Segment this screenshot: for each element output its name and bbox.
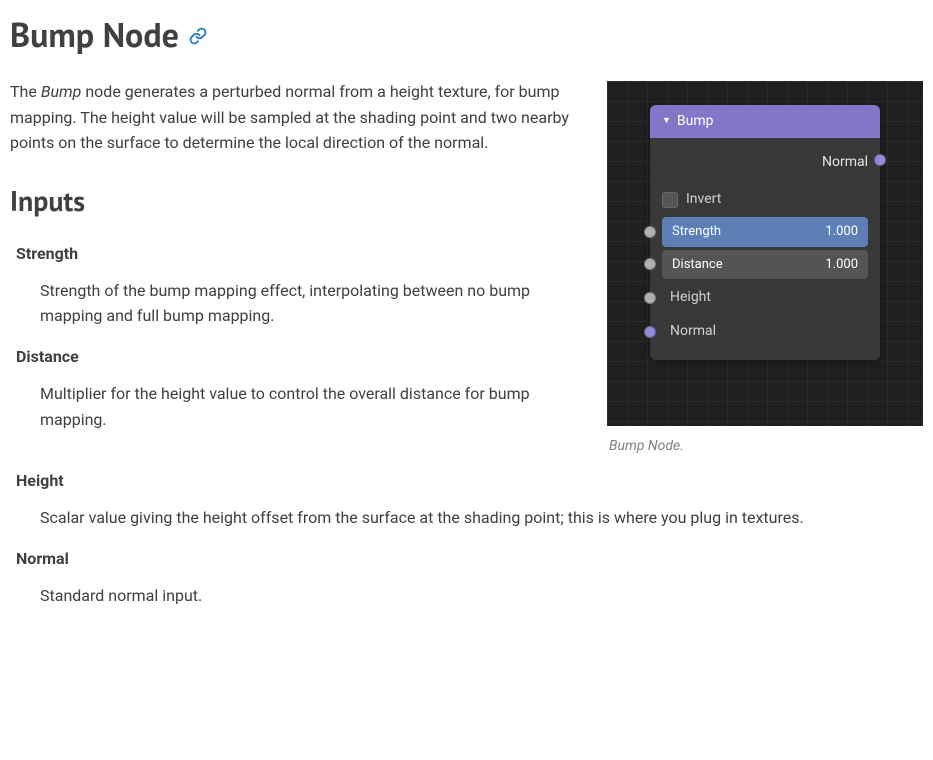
- node-figure: ▼ Bump Normal Invert Strength: [607, 81, 923, 457]
- output-socket-normal[interactable]: [874, 154, 886, 166]
- node-title: Bump: [677, 111, 714, 132]
- collapse-triangle-icon[interactable]: ▼: [662, 115, 671, 129]
- inputs-list-continued: Height Scalar value giving the height of…: [10, 469, 923, 608]
- invert-label: Invert: [686, 189, 721, 210]
- invert-row[interactable]: Invert: [662, 185, 868, 214]
- desc-distance: Multiplier for the height value to contr…: [40, 381, 587, 432]
- inputs-heading: Inputs: [10, 180, 587, 222]
- term-distance: Distance: [10, 345, 587, 369]
- desc-height: Scalar value giving the height offset fr…: [40, 505, 923, 531]
- term-strength: Strength: [10, 242, 587, 266]
- strength-field[interactable]: Strength 1.000: [662, 217, 868, 247]
- desc-normal: Standard normal input.: [40, 583, 923, 609]
- input-socket-normal[interactable]: [644, 326, 656, 338]
- input-socket-distance[interactable]: [644, 258, 656, 270]
- permalink-icon[interactable]: [189, 27, 207, 45]
- title-text: Bump Node: [10, 10, 179, 61]
- figure-caption: Bump Node.: [607, 436, 923, 457]
- input-socket-strength[interactable]: [644, 226, 656, 238]
- intro-paragraph: The Bump node generates a perturbed norm…: [10, 79, 587, 156]
- term-normal: Normal: [10, 547, 923, 571]
- invert-checkbox[interactable]: [662, 192, 678, 208]
- term-height: Height: [10, 469, 923, 493]
- inputs-list: Strength Strength of the bump mapping ef…: [10, 242, 587, 432]
- node-header[interactable]: ▼ Bump: [650, 105, 880, 138]
- output-normal[interactable]: Normal: [662, 146, 868, 185]
- normal-input[interactable]: Normal: [662, 316, 868, 347]
- height-input[interactable]: Height: [662, 282, 868, 313]
- bump-node[interactable]: ▼ Bump Normal Invert Strength: [650, 105, 880, 360]
- input-socket-height[interactable]: [644, 292, 656, 304]
- desc-strength: Strength of the bump mapping effect, int…: [40, 278, 587, 329]
- node-editor-bg: ▼ Bump Normal Invert Strength: [607, 81, 923, 426]
- distance-field[interactable]: Distance 1.000: [662, 250, 868, 280]
- page-title: Bump Node: [10, 10, 923, 61]
